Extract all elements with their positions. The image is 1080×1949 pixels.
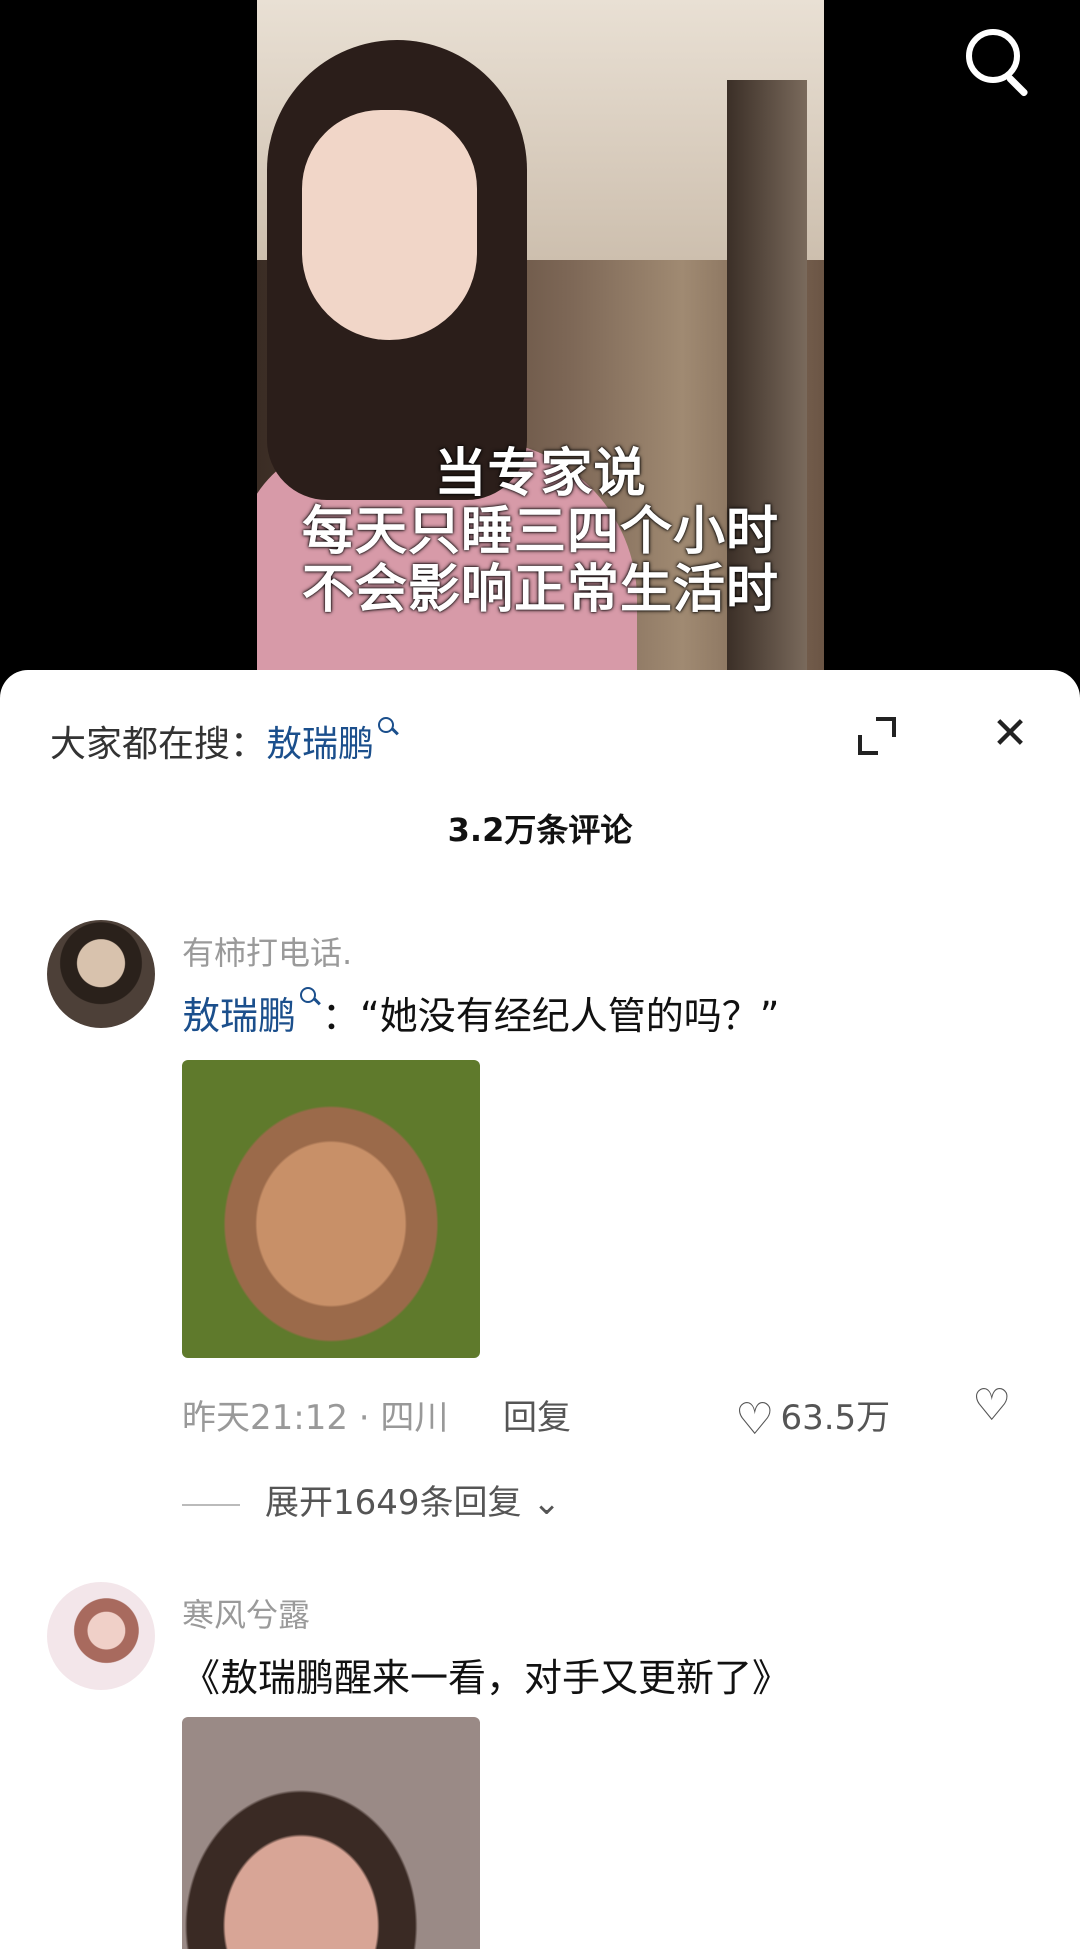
search-icon-handle <box>1005 74 1029 98</box>
heart-icon: ♡ <box>735 1393 775 1445</box>
search-icon <box>378 715 400 739</box>
comment-text: 《敖瑞鹏醒来一看，对手又更新了》 <box>182 1656 791 1700</box>
expand-replies-button[interactable]: 展开1649条回复 ⌄ <box>182 1475 561 1524</box>
hot-search-label: 大家都在搜： <box>50 724 267 765</box>
caption-line: 每天只睡三四个小时 <box>301 502 779 562</box>
close-icon[interactable]: ✕ <box>990 712 1030 756</box>
hot-search-bar[interactable]: 大家都在搜：敖瑞鹏 <box>50 715 400 767</box>
search-icon[interactable] <box>962 25 1034 98</box>
video-person-face <box>302 110 477 340</box>
like-count: 63.5万 <box>780 1398 891 1438</box>
caption-line: 当专家说 <box>434 444 647 504</box>
comment-meta: 昨天21:12 · 四川 <box>182 1398 449 1438</box>
comment-text-rest: ：“她没有经纪人管的吗？” <box>322 994 780 1038</box>
hot-search-term[interactable]: 敖瑞鹏 <box>266 724 374 765</box>
search-icon <box>300 985 322 1009</box>
avatar[interactable] <box>47 920 155 1028</box>
video-player[interactable]: 当专家说 每天只睡三四个小时 不会影响正常生活时 <box>0 0 1080 700</box>
like-button[interactable]: ♡ 63.5万 <box>735 1390 891 1445</box>
comment-username[interactable]: 寒风兮露 <box>182 1590 310 1636</box>
comment-link[interactable]: 敖瑞鹏 <box>182 994 296 1038</box>
divider <box>182 1503 240 1506</box>
expand-icon[interactable] <box>858 717 896 755</box>
avatar[interactable] <box>47 1582 155 1690</box>
comment-count: 3.2万条评论 <box>447 811 633 849</box>
video-caption: 当专家说 每天只睡三四个小时 不会影响正常生活时 <box>257 445 824 619</box>
comment-image[interactable] <box>182 1717 480 1949</box>
caption-line: 不会影响正常生活时 <box>301 560 779 620</box>
broken-heart-icon[interactable]: ♡ <box>972 1384 1011 1428</box>
chevron-down-icon: ⌄ <box>532 1483 561 1523</box>
expand-replies-label: 展开1649条回复 <box>265 1483 522 1523</box>
comment-username[interactable]: 有柿打电话. <box>182 928 352 974</box>
comment-sheet: 大家都在搜：敖瑞鹏 ✕ 3.2万条评论 有柿打电话. 敖瑞鹏 ：“她没有经纪人管的… <box>0 670 1080 1949</box>
comment-image[interactable] <box>182 1060 480 1358</box>
reply-button[interactable]: 回复 <box>503 1390 571 1439</box>
comment-text: 敖瑞鹏 ：“她没有经纪人管的吗？” <box>182 985 779 1040</box>
